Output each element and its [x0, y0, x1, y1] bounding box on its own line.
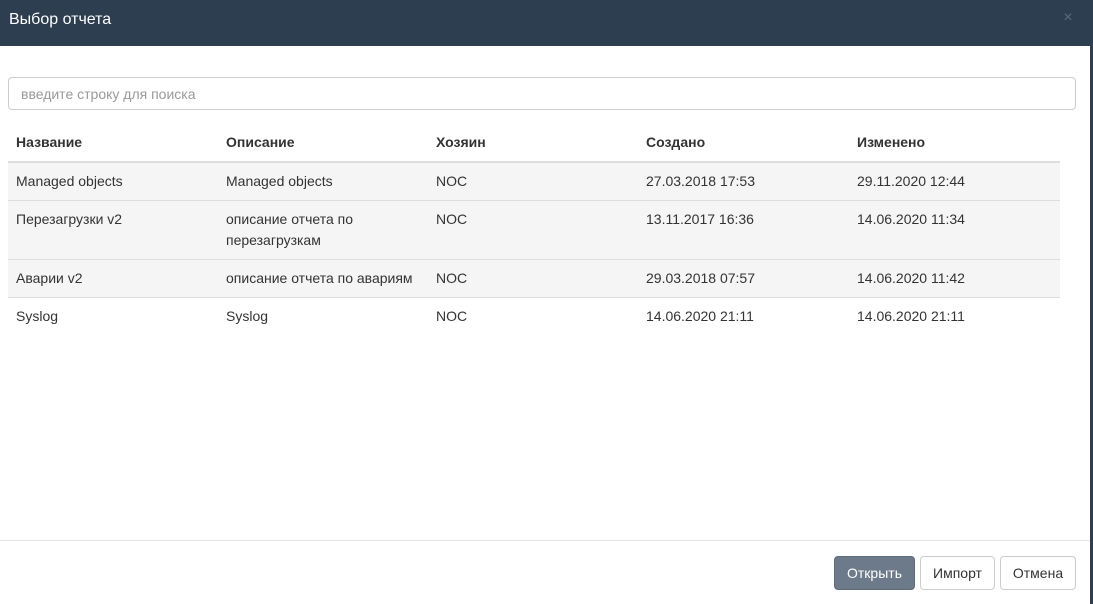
cell-owner: NOC: [436, 173, 468, 189]
column-header-created[interactable]: Создано: [638, 124, 849, 161]
cell-modified: 29.11.2020 12:44: [857, 173, 965, 189]
cell-description: Syslog: [226, 308, 269, 324]
cell-name: Аварии v2: [16, 270, 83, 286]
table-row[interactable]: Managed objects Managed objects NOC 27.0…: [8, 162, 1060, 200]
cell-name: Syslog: [16, 308, 59, 324]
cell-description: Managed objects: [226, 173, 333, 189]
cell-created: 14.06.2020 21:11: [646, 308, 754, 324]
column-header-name[interactable]: Название: [8, 124, 218, 161]
column-header-owner[interactable]: Хозяин: [428, 124, 638, 161]
cell-name: Managed objects: [16, 173, 123, 189]
cell-description: описание отчета по авариям: [226, 270, 413, 286]
table-row[interactable]: Аварии v2 описание отчета по авариям NOC…: [8, 259, 1060, 297]
column-header-description[interactable]: Описание: [218, 124, 428, 161]
open-button[interactable]: Открыть: [834, 556, 915, 590]
cell-created: 13.11.2017 16:36: [646, 211, 754, 227]
column-header-modified[interactable]: Изменено: [849, 124, 1060, 161]
cell-owner: NOC: [436, 211, 468, 227]
search-input[interactable]: [8, 77, 1076, 110]
reports-table: Название Описание Хозяин Создано Изменен…: [8, 124, 1060, 335]
cancel-button[interactable]: Отмена: [1000, 556, 1076, 590]
cell-name: Перезагрузки v2: [16, 211, 123, 227]
table-header-row: Название Описание Хозяин Создано Изменен…: [8, 124, 1060, 162]
cell-created: 27.03.2018 17:53: [646, 173, 755, 189]
cell-modified: 14.06.2020 11:42: [857, 270, 965, 286]
cell-description: описание отчета по перезагрузкам: [226, 211, 354, 248]
cell-modified: 14.06.2020 21:11: [857, 308, 965, 324]
cell-owner: NOC: [436, 308, 468, 324]
dialog-title: Выбор отчета: [9, 11, 112, 28]
dialog-header: Выбор отчета ×: [0, 0, 1090, 46]
cell-owner: NOC: [436, 270, 468, 286]
import-button[interactable]: Импорт: [920, 556, 995, 590]
table-row[interactable]: Перезагрузки v2 описание отчета по перез…: [8, 200, 1060, 259]
cell-created: 29.03.2018 07:57: [646, 270, 755, 286]
cell-modified: 14.06.2020 11:34: [857, 211, 965, 227]
close-icon[interactable]: ×: [1060, 10, 1076, 26]
report-select-dialog: Выбор отчета × Название Описание Хозяин …: [0, 0, 1093, 604]
footer-divider: [0, 540, 1090, 541]
table-row[interactable]: Syslog Syslog NOC 14.06.2020 21:11 14.06…: [8, 297, 1060, 335]
